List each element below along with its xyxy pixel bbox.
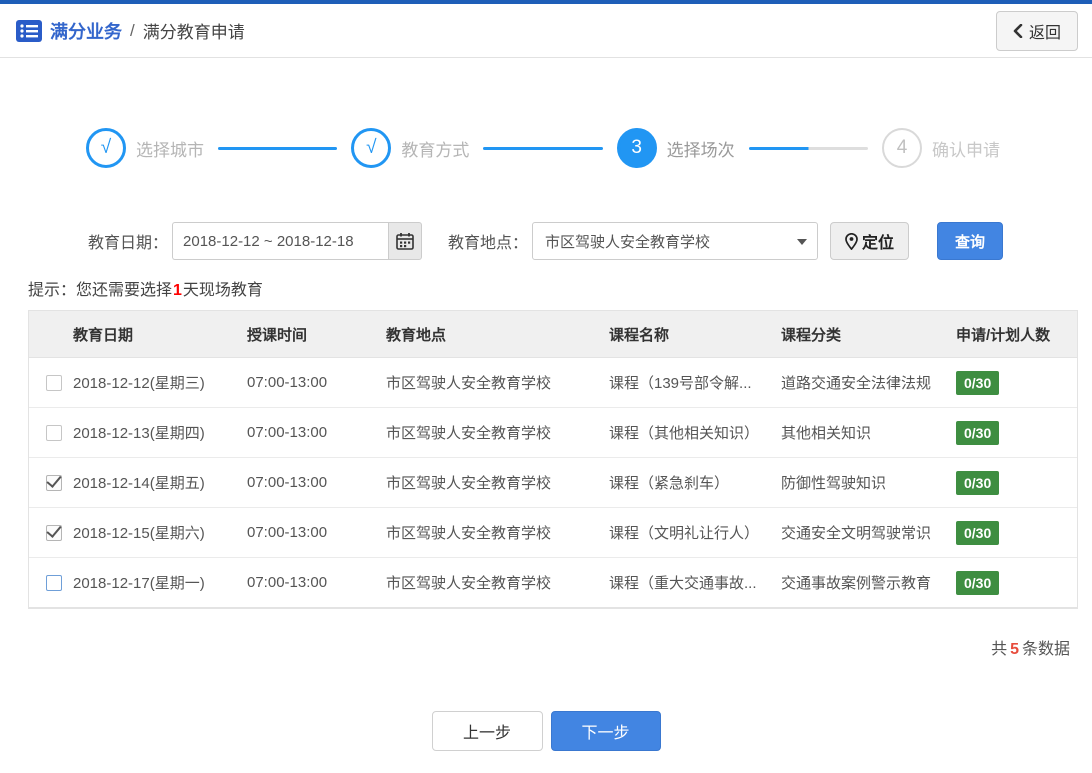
step-confirm-apply: 4 确认申请 xyxy=(881,128,1000,168)
row-time: 07:00-13:00 xyxy=(247,524,328,541)
row-place: 市区驾驶人安全教育学校 xyxy=(386,375,552,392)
breadcrumb-separator: / xyxy=(130,20,135,40)
column-header-place: 教育地点 xyxy=(386,326,447,344)
step-3-circle: 3 xyxy=(616,128,657,168)
step-select-session: 3 选择场次 xyxy=(616,128,735,168)
breadcrumb: 满分业务 / 满分教育申请 xyxy=(16,18,245,44)
date-range-input[interactable] xyxy=(172,222,389,260)
row-date: 2018-12-15(星期六) xyxy=(73,525,205,542)
next-step-button[interactable]: 下一步 xyxy=(550,711,661,751)
step-education-mode: √ 教育方式 xyxy=(351,128,469,168)
row-course: 课程（其他相关知识） xyxy=(609,425,760,442)
step-4-label: 确认申请 xyxy=(931,140,1000,160)
table-row: 2018-12-13(星期四) 07:00-13:00 市区驾驶人安全教育学校 … xyxy=(29,408,1077,458)
row-category: 道路交通安全法律法规 xyxy=(781,375,932,392)
step-2-circle: √ xyxy=(351,128,392,168)
step-4-circle: 4 xyxy=(881,128,922,168)
step-3-label: 选择场次 xyxy=(666,140,735,160)
capacity-badge: 0/30 xyxy=(956,470,1000,495)
row-place: 市区驾驶人安全教育学校 xyxy=(386,575,552,592)
step-1-circle: √ xyxy=(86,128,126,168)
locate-button-label: 定位 xyxy=(862,235,895,252)
column-header-course: 课程名称 xyxy=(609,326,670,344)
back-button[interactable]: 返回 xyxy=(995,10,1078,51)
hint-text: 提示：您还需要选择1天现场教育 xyxy=(28,276,1092,300)
step-2-label: 教育方式 xyxy=(401,140,470,160)
page-header: 满分业务 / 满分教育申请 返回 xyxy=(0,4,1092,58)
calendar-icon xyxy=(396,232,414,250)
row-course: 课程（文明礼让行人） xyxy=(609,525,760,542)
row-time: 07:00-13:00 xyxy=(247,474,328,491)
list-icon xyxy=(16,19,42,43)
education-date-label: 教育日期： xyxy=(88,235,169,252)
education-place-selected-value: 市区驾驶人安全教育学校 xyxy=(545,233,711,251)
calendar-button[interactable] xyxy=(388,222,423,260)
column-header-date: 教育日期 xyxy=(73,326,134,344)
row-time: 07:00-13:00 xyxy=(247,574,328,591)
row-date: 2018-12-13(星期四) xyxy=(73,425,205,442)
row-category: 防御性驾驶知识 xyxy=(781,475,887,492)
row-category: 交通安全文明驾驶常识 xyxy=(781,525,932,542)
wizard-actions: 上一步 下一步 xyxy=(0,711,1092,751)
education-place-label: 教育地点： xyxy=(448,235,529,252)
capacity-badge: 0/30 xyxy=(956,420,1000,445)
row-course: 课程（139号部令解... xyxy=(609,375,752,392)
step-1-label: 选择城市 xyxy=(136,140,204,160)
row-place: 市区驾驶人安全教育学校 xyxy=(386,525,552,542)
row-category: 交通事故案例警示教育 xyxy=(781,575,932,592)
chevron-left-icon xyxy=(1013,23,1023,38)
locate-button[interactable]: 定位 xyxy=(830,222,910,260)
row-place: 市区驾驶人安全教育学校 xyxy=(386,475,552,492)
record-count-summary: 共 5 条数据 xyxy=(0,635,1070,659)
date-range-group xyxy=(172,222,423,260)
row-date: 2018-12-12(星期三) xyxy=(73,375,205,392)
column-header-category: 课程分类 xyxy=(781,326,842,344)
summary-suffix: 条数据 xyxy=(1021,641,1070,658)
education-place-select[interactable]: 市区驾驶人安全教育学校 xyxy=(532,222,819,260)
row-time: 07:00-13:00 xyxy=(247,374,328,391)
capacity-badge: 0/30 xyxy=(956,520,1000,545)
table-row: 2018-12-14(星期五) 07:00-13:00 市区驾驶人安全教育学校 … xyxy=(29,458,1077,508)
summary-prefix: 共 xyxy=(991,641,1008,658)
step-connector xyxy=(483,146,603,150)
row-course: 课程（紧急刹车） xyxy=(609,475,730,492)
filter-bar: 教育日期： 教育地点： 市区驾驶人安全教育学校 xyxy=(88,222,1092,260)
hint-suffix: 天现场教育 xyxy=(182,282,263,299)
previous-step-button[interactable]: 上一步 xyxy=(431,711,543,751)
hint-remaining-days: 1 xyxy=(173,282,182,299)
row-course: 课程（重大交通事故... xyxy=(609,575,757,592)
location-pin-icon xyxy=(845,232,858,250)
row-date: 2018-12-14(星期五) xyxy=(73,475,205,492)
breadcrumb-section[interactable]: 满分业务 xyxy=(50,18,122,44)
row-checkbox[interactable] xyxy=(46,424,62,441)
table-header-row: 教育日期 授课时间 教育地点 课程名称 课程分类 申请/计划人数 xyxy=(29,311,1077,358)
row-checkbox[interactable] xyxy=(46,574,62,591)
search-button[interactable]: 查询 xyxy=(937,222,1004,260)
column-header-time: 授课时间 xyxy=(247,326,308,344)
table-row: 2018-12-15(星期六) 07:00-13:00 市区驾驶人安全教育学校 … xyxy=(29,508,1077,558)
hint-prefix: 提示：您还需要选择 xyxy=(28,282,173,299)
row-category: 其他相关知识 xyxy=(781,425,872,442)
caret-down-icon xyxy=(797,239,808,245)
row-checkbox[interactable] xyxy=(46,474,62,491)
step-indicator: √ 选择城市 √ 教育方式 3 选择场次 4 确认申请 xyxy=(86,128,1000,168)
step-connector xyxy=(748,146,868,150)
step-connector xyxy=(218,146,338,150)
column-header-count: 申请/计划人数 xyxy=(956,326,1051,344)
step-select-city: √ 选择城市 xyxy=(86,128,204,168)
row-time: 07:00-13:00 xyxy=(247,424,328,441)
summary-count: 5 xyxy=(1010,641,1019,658)
sessions-table: 教育日期 授课时间 教育地点 课程名称 课程分类 申请/计划人数 2018-12… xyxy=(28,310,1078,609)
back-button-label: 返回 xyxy=(1028,24,1061,42)
row-checkbox[interactable] xyxy=(46,524,62,541)
breadcrumb-current-page: 满分教育申请 xyxy=(142,23,245,42)
table-row: 2018-12-17(星期一) 07:00-13:00 市区驾驶人安全教育学校 … xyxy=(29,558,1077,608)
row-checkbox[interactable] xyxy=(46,374,62,391)
table-row: 2018-12-12(星期三) 07:00-13:00 市区驾驶人安全教育学校 … xyxy=(29,358,1077,408)
row-place: 市区驾驶人安全教育学校 xyxy=(386,425,552,442)
capacity-badge: 0/30 xyxy=(956,570,1000,595)
capacity-badge: 0/30 xyxy=(956,370,1000,395)
row-date: 2018-12-17(星期一) xyxy=(73,575,205,592)
